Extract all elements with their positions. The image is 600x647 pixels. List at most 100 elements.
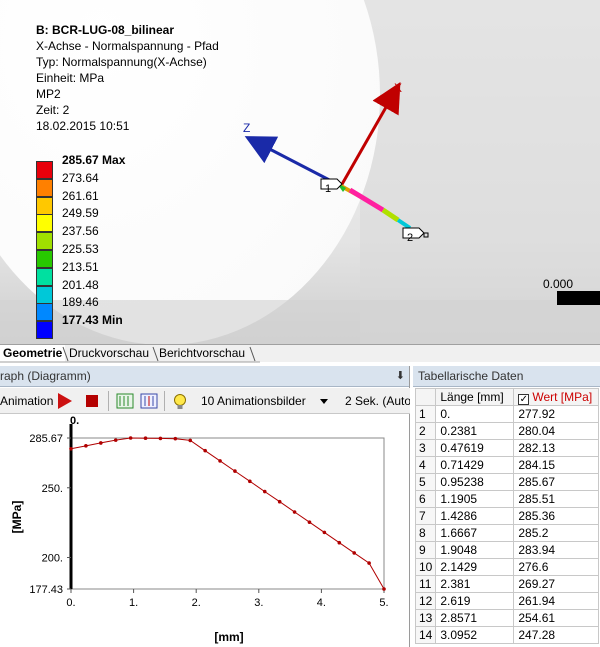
data-point — [173, 436, 178, 441]
legend-label: 177.43 Min — [62, 313, 123, 328]
row-index: 9 — [414, 541, 437, 559]
table-body: 1 0. 277.92 2 0.2381 280.04 3 0.47619 282.13 4 0.7… — [414, 405, 600, 644]
result-title: B: BCR-LUG-08_bilinear — [36, 23, 175, 37]
cell-length: 0.95238 — [435, 473, 515, 491]
result-detail-line: Typ: Normalspannung(X-Achse) — [36, 55, 207, 69]
scale-value: 0.000 — [543, 277, 574, 291]
legend-label: 225.53 — [62, 242, 99, 256]
distributed-frames-icon[interactable] — [116, 393, 134, 409]
legend-swatch — [36, 303, 53, 322]
data-point — [337, 540, 342, 545]
viewport-3d[interactable]: X Z 1 2 B: BCR-LUG-08_bilinear X-Achse -… — [0, 0, 600, 344]
table-row[interactable]: 3 0.47619 282.13 — [414, 439, 600, 457]
play-icon[interactable] — [58, 393, 72, 409]
row-index: 2 — [414, 422, 437, 440]
cell-value: 277.92 — [513, 405, 600, 423]
pin-icon[interactable]: ⬇ — [396, 366, 405, 387]
col-value-label: Wert [MPa] — [532, 389, 593, 404]
table-row[interactable]: 10 2.1429 276.6 — [414, 558, 600, 576]
cell-length: 2.619 — [435, 592, 515, 610]
legend-label: 237.56 — [62, 224, 99, 239]
row-index: 14 — [414, 626, 437, 644]
stress-chart[interactable]: 0. 1. 2. 3. 4. 5. 177.43 200. 250. 285.67 0. [mm]… — [0, 414, 410, 647]
tab-dividers — [0, 346, 260, 363]
data-table[interactable]: Länge [mm] ✓ Wert [MPa] 1 0. 277.92 2 0.2381 2… — [414, 388, 600, 644]
table-row[interactable]: 7 1.4286 285.36 — [414, 507, 600, 525]
table-row[interactable]: 2 0.2381 280.04 — [414, 422, 600, 440]
legend-label: 201.48 — [62, 277, 99, 292]
stop-icon[interactable] — [86, 395, 98, 407]
data-point — [367, 561, 371, 565]
table-row[interactable]: 9 1.9048 283.94 — [414, 541, 600, 559]
y-tick-label: 200. — [42, 553, 63, 565]
x-tick-label: 5. — [379, 597, 388, 609]
result-detail-line: Zeit: 2 — [36, 103, 70, 117]
row-index: 12 — [414, 592, 437, 610]
table-row[interactable]: 6 1.1905 285.51 — [414, 490, 600, 508]
cell-length: 0.47619 — [435, 439, 515, 457]
scale-bar — [557, 291, 600, 305]
data-point — [262, 489, 267, 494]
stress-series-line — [70, 437, 385, 590]
graph-header-title: raph (Diagramm) — [0, 369, 91, 383]
table-row[interactable]: 8 1.6667 285.2 — [414, 524, 600, 542]
legend-swatch — [36, 178, 53, 197]
cell-value: 285.2 — [513, 524, 600, 542]
chart-series — [69, 436, 386, 591]
col-length[interactable]: Länge [mm] — [435, 388, 515, 406]
cell-value: 254.61 — [513, 609, 600, 627]
legend-label: 213.51 — [62, 259, 99, 274]
table-row[interactable]: 4 0.71429 284.15 — [414, 456, 600, 474]
cell-value: 282.13 — [513, 439, 600, 457]
lightbulb-icon[interactable] — [172, 393, 188, 409]
result-detail-line: X-Achse - Normalspannung - Pfad — [36, 39, 219, 53]
row-index: 6 — [414, 490, 437, 508]
chevron-down-icon — [320, 399, 328, 404]
table-row[interactable]: 1 0. 277.92 — [414, 405, 600, 423]
checkbox-icon[interactable]: ✓ — [518, 393, 530, 405]
table-row[interactable]: 14 3.0952 247.28 — [414, 626, 600, 644]
data-point — [292, 510, 297, 514]
z-axis-label: Z — [243, 121, 250, 135]
data-point — [143, 436, 148, 441]
result-frames-icon[interactable] — [140, 393, 158, 409]
view-tabs: Geometrie Druckvorschau Berichtvorschau — [0, 344, 600, 363]
point-2-label: 2 — [407, 232, 413, 244]
data-point — [188, 438, 193, 443]
legend-swatch — [36, 267, 53, 286]
table-row[interactable]: 11 2.381 269.27 — [414, 575, 600, 593]
y-tick-label: 285.67 — [29, 433, 63, 445]
cell-length: 0.2381 — [435, 422, 515, 440]
col-value[interactable]: ✓ Wert [MPa] — [513, 388, 600, 406]
cell-length: 2.381 — [435, 575, 515, 593]
color-legend[interactable]: 285.67 Max 273.64 261.61 249.59 237.56 225.53… — [36, 153, 156, 340]
x-tick-label: 2. — [192, 597, 201, 609]
row-index: 10 — [414, 558, 437, 576]
animation-label: Animation — [0, 394, 54, 408]
table-row[interactable]: 5 0.95238 285.67 — [414, 473, 600, 491]
frames-dropdown[interactable]: 10 Animationsbilder — [196, 391, 336, 411]
row-index: 1 — [414, 405, 437, 423]
cell-value: 261.94 — [513, 592, 600, 610]
legend-label: 273.64 — [62, 170, 99, 185]
row-index: 13 — [414, 609, 437, 627]
duration-dropdown[interactable]: 2 Sek. (Autor — [345, 391, 410, 411]
legend-label: 285.67 Max — [62, 153, 126, 167]
data-point — [382, 587, 386, 591]
table-row[interactable]: 12 2.619 261.94 — [414, 592, 600, 610]
data-point — [233, 469, 237, 473]
table-row[interactable]: 13 2.8571 254.61 — [414, 609, 600, 627]
data-point — [69, 447, 73, 451]
chart-axes — [69, 424, 385, 590]
cell-value: 285.36 — [513, 507, 600, 525]
graph-panel: raph (Diagramm) ⬇ Animation 10 Animation… — [0, 366, 410, 647]
data-point — [99, 441, 103, 445]
legend-swatch — [36, 232, 53, 251]
legend-swatch — [36, 161, 53, 179]
cell-length: 3.0952 — [435, 626, 515, 644]
row-index: 7 — [414, 507, 437, 525]
data-point — [352, 551, 356, 555]
point-1-label: 1 — [325, 183, 331, 195]
data-point — [218, 459, 222, 463]
chart-ticks: 0. 1. 2. 3. 4. 5. 177.43 200. 250. 285.67 — [29, 433, 388, 609]
